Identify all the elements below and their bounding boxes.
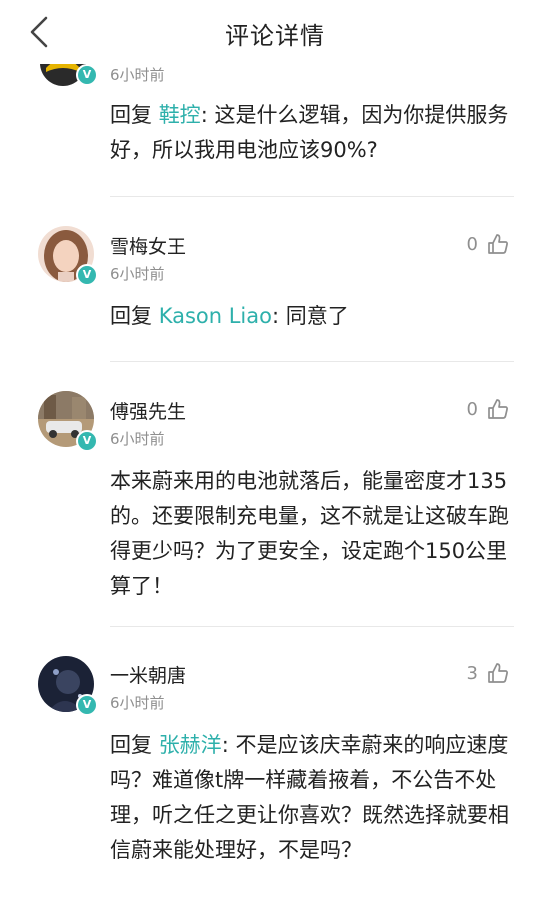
divider <box>110 361 514 362</box>
verified-badge-icon: V <box>76 64 98 86</box>
verified-badge-icon: V <box>76 694 98 716</box>
verified-badge-icon: V <box>76 430 98 452</box>
thumbs-up-icon <box>488 399 508 419</box>
thumbs-up-icon <box>488 663 508 683</box>
like-button[interactable]: 0 <box>467 397 510 421</box>
verified-badge-icon: V <box>76 264 98 286</box>
reply-text: : 同意了 <box>271 304 349 328</box>
like-button[interactable]: 3 <box>467 661 510 685</box>
mention-link[interactable]: 鞋控 <box>159 103 201 127</box>
divider <box>110 196 514 197</box>
divider <box>110 626 514 627</box>
comment-text: 回复 Kason Liao: 同意了 <box>110 299 514 334</box>
username[interactable]: 傅强先生 <box>110 397 186 424</box>
like-count: 0 <box>466 233 478 255</box>
comment-time: 6小时前 <box>110 66 165 84</box>
reply-prefix: 回复 <box>110 304 159 328</box>
comment-text: 本来蔚来用的电池就落后，能量密度才135的。还要限制充电量，这不就是让这破车跑得… <box>110 469 509 598</box>
comment-text: 回复 张赫洋: 不是应该庆幸蔚来的响应速度吗？难道像t牌一样藏着掖着，不公告不处… <box>110 728 514 868</box>
comment-text: 回复 鞋控: 这是什么逻辑，因为你提供服务好，所以我用电池应该90%? <box>110 98 514 168</box>
like-button[interactable]: 0 <box>467 232 510 256</box>
comment-time: 6小时前 <box>110 430 165 448</box>
username[interactable]: 雪梅女王 <box>110 232 186 259</box>
header-bar: 评论详情 <box>0 0 550 64</box>
like-count: 3 <box>466 662 478 684</box>
comment-time: 6小时前 <box>110 694 165 712</box>
reply-prefix: 回复 <box>110 733 159 757</box>
comment-time: 6小时前 <box>110 265 165 283</box>
reply-prefix: 回复 <box>110 103 159 127</box>
page-title: 评论详情 <box>225 22 325 50</box>
username[interactable]: 一米朝唐 <box>110 661 186 688</box>
thumbs-up-icon <box>488 234 508 254</box>
mention-link[interactable]: Kason Liao <box>159 304 272 328</box>
mention-link[interactable]: 张赫洋 <box>159 733 222 757</box>
like-count: 0 <box>466 398 478 420</box>
